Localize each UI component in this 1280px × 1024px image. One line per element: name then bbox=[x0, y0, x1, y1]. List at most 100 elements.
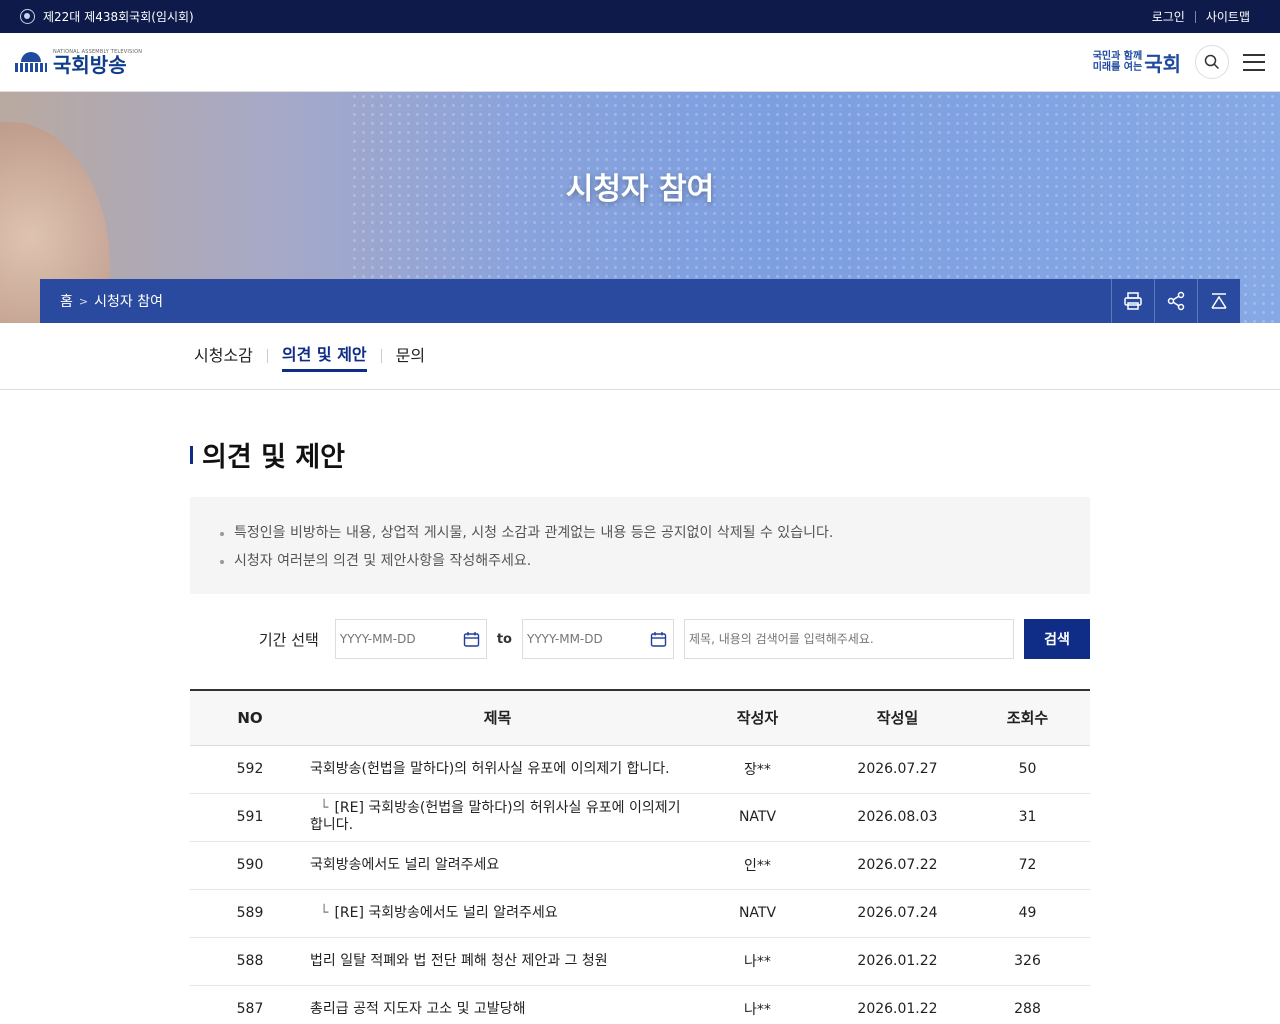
table-row[interactable]: 589 └ [RE] 국회방송에서도 널리 알려주세요 NATV 2026.07.24 4… bbox=[190, 889, 1090, 938]
login-link[interactable]: 로그인 bbox=[1142, 8, 1195, 25]
share-button[interactable] bbox=[1154, 279, 1197, 323]
reply-arrow-icon: └ bbox=[320, 800, 329, 816]
session-label: 제22대 제438회국회(임시회) bbox=[43, 10, 194, 24]
post-date: 2026.01.22 bbox=[830, 937, 965, 986]
post-views: 72 bbox=[965, 841, 1090, 890]
divider bbox=[380, 349, 382, 363]
share-icon bbox=[1167, 291, 1185, 311]
post-author: 장** bbox=[685, 745, 830, 794]
page-title: 의견 및 제안 bbox=[202, 442, 345, 473]
notice-item: 시청자 여러분의 의견 및 제안사항을 작성해주세요. bbox=[220, 547, 1060, 575]
table-row[interactable]: 592 국회방송(헌법을 말하다)의 허위사실 유포에 이의제기 합니다. 장** 2… bbox=[190, 745, 1090, 794]
table-row[interactable]: 591 └ [RE] 국회방송(헌법을 말하다)의 허위사실 유포에 이의제기 합니… bbox=[190, 793, 1090, 842]
post-number: 591 bbox=[190, 793, 310, 842]
hamburger-icon bbox=[1243, 53, 1265, 56]
heading-accent bbox=[190, 445, 193, 464]
board-table: NO 제목 작성자 작성일 조회수 592 국회방송(헌법을 말하다)의 허위사실… bbox=[190, 689, 1090, 1024]
notice-box: 특정인을 비방하는 내용, 상업적 게시물, 시청 소감과 관계없는 내용 등은… bbox=[190, 497, 1090, 594]
calendar-icon[interactable] bbox=[463, 631, 480, 648]
post-title-link[interactable]: 국회방송에서도 널리 알려주세요 bbox=[310, 857, 499, 873]
column-header-views: 조회수 bbox=[965, 690, 1090, 746]
sub-navigation: 시청소감 의견 및 제안 문의 bbox=[0, 323, 1280, 390]
date-from-input[interactable] bbox=[339, 632, 450, 646]
tab-opinions-suggestions[interactable]: 의견 및 제안 bbox=[281, 341, 367, 372]
post-title-link[interactable]: 총리급 공적 지도자 고소 및 고발당해 bbox=[310, 1001, 525, 1017]
sitemap-link[interactable]: 사이트맵 bbox=[1196, 8, 1260, 25]
post-number: 592 bbox=[190, 745, 310, 794]
keyword-input[interactable] bbox=[689, 632, 1009, 646]
post-title-cell[interactable]: 법리 일탈 적폐와 법 전단 폐해 청산 제안과 그 청원 bbox=[310, 937, 685, 986]
post-views: 49 bbox=[965, 889, 1090, 938]
logo-title: 국회방송 bbox=[53, 52, 127, 77]
reply-arrow-icon: └ bbox=[320, 904, 329, 921]
post-date: 2026.07.22 bbox=[830, 841, 965, 890]
column-header-author: 작성자 bbox=[685, 690, 830, 746]
banner-title: 시청자 참여 bbox=[565, 172, 715, 207]
page-banner: 시청자 참여 홈 > 시청자 참여 bbox=[0, 92, 1280, 323]
post-views: 50 bbox=[965, 745, 1090, 794]
post-date: 2026.07.27 bbox=[830, 745, 965, 794]
scroll-top-button[interactable] bbox=[1197, 279, 1240, 323]
tab-inquiry[interactable]: 문의 bbox=[396, 342, 425, 370]
post-number: 590 bbox=[190, 841, 310, 890]
post-date: 2026.08.03 bbox=[830, 793, 965, 842]
post-date: 2026.01.22 bbox=[830, 985, 965, 1024]
table-header-row: NO 제목 작성자 작성일 조회수 bbox=[190, 690, 1090, 746]
tab-viewer-feedback[interactable]: 시청소감 bbox=[194, 342, 253, 370]
site-header: NATIONAL ASSEMBLY TELEVISION 국회방송 국민과 함께… bbox=[0, 33, 1280, 92]
post-title-cell[interactable]: 국회방송에서도 널리 알려주세요 bbox=[310, 841, 685, 890]
post-title-link[interactable]: [RE] 국회방송(헌법을 말하다)의 허위사실 유포에 이의제기 합니다. bbox=[310, 800, 680, 833]
site-logo[interactable]: NATIONAL ASSEMBLY TELEVISION 국회방송 bbox=[15, 49, 142, 77]
calendar-icon[interactable] bbox=[650, 631, 667, 648]
post-title-cell[interactable]: └ [RE] 국회방송에서도 널리 알려주세요 bbox=[310, 889, 685, 938]
post-number: 588 bbox=[190, 937, 310, 986]
to-label: to bbox=[496, 631, 512, 647]
chevron-right-icon: > bbox=[78, 294, 89, 308]
menu-button[interactable] bbox=[1243, 53, 1265, 71]
post-author: NATV bbox=[685, 793, 830, 842]
search-icon bbox=[1204, 54, 1220, 70]
column-header-title: 제목 bbox=[310, 690, 685, 746]
page-heading: 의견 및 제안 bbox=[190, 435, 1090, 474]
slogan-line-2: 미래를 여는 bbox=[1092, 62, 1143, 73]
assembly-emblem-icon bbox=[20, 9, 35, 24]
search-button[interactable] bbox=[1195, 45, 1229, 79]
post-views: 31 bbox=[965, 793, 1090, 842]
post-title-link[interactable]: 국회방송(헌법을 말하다)의 허위사실 유포에 이의제기 합니다. bbox=[310, 761, 670, 777]
date-to-field[interactable] bbox=[522, 619, 674, 659]
post-title-link[interactable]: [RE] 국회방송에서도 널리 알려주세요 bbox=[334, 905, 557, 921]
date-from-field[interactable] bbox=[334, 619, 487, 659]
column-header-date: 작성일 bbox=[830, 690, 965, 746]
arrow-top-icon bbox=[1211, 293, 1227, 309]
date-to-input[interactable] bbox=[527, 632, 637, 646]
search-submit-button[interactable]: 검색 bbox=[1024, 619, 1090, 659]
table-row[interactable]: 588 법리 일탈 적폐와 법 전단 폐해 청산 제안과 그 청원 나** 2026.… bbox=[190, 937, 1090, 986]
column-header-no: NO bbox=[190, 690, 310, 746]
post-author: 나** bbox=[685, 937, 830, 986]
slogan-big: 국회 bbox=[1144, 51, 1181, 76]
breadcrumb: 홈 > 시청자 참여 bbox=[40, 291, 163, 311]
period-label: 기간 선택 bbox=[258, 630, 319, 649]
print-button[interactable] bbox=[1111, 279, 1154, 323]
keyword-field[interactable] bbox=[684, 619, 1014, 659]
post-author: 나** bbox=[685, 985, 830, 1024]
search-form: 기간 선택 to 검색 bbox=[190, 619, 1090, 659]
post-title-cell[interactable]: 총리급 공적 지도자 고소 및 고발당해 bbox=[310, 985, 685, 1024]
post-title-cell[interactable]: 국회방송(헌법을 말하다)의 허위사실 유포에 이의제기 합니다. bbox=[310, 745, 685, 794]
post-date: 2026.07.24 bbox=[830, 889, 965, 938]
main-content: 의견 및 제안 특정인을 비방하는 내용, 상업적 게시물, 시청 소감과 관계… bbox=[190, 390, 1090, 1024]
post-title-link[interactable]: 법리 일탈 적폐와 법 전단 폐해 청산 제안과 그 청원 bbox=[310, 953, 608, 969]
top-bar: 제22대 제438회국회(임시회) 로그인 사이트맵 bbox=[0, 0, 1280, 33]
table-row[interactable]: 587 총리급 공적 지도자 고소 및 고발당해 나** 2026.01.22 288 bbox=[190, 985, 1090, 1024]
notice-item: 특정인을 비방하는 내용, 상업적 게시물, 시청 소감과 관계없는 내용 등은… bbox=[220, 519, 1060, 547]
breadcrumb-current[interactable]: 시청자 참여 bbox=[94, 291, 163, 311]
post-author: NATV bbox=[685, 889, 830, 938]
post-views: 326 bbox=[965, 937, 1090, 986]
assembly-building-icon bbox=[15, 52, 47, 72]
post-author: 인** bbox=[685, 841, 830, 890]
assembly-slogan-logo[interactable]: 국민과 함께 미래를 여는 국회 bbox=[1093, 48, 1181, 77]
post-title-cell[interactable]: └ [RE] 국회방송(헌법을 말하다)의 허위사실 유포에 이의제기 합니다. bbox=[310, 793, 685, 842]
breadcrumb-home[interactable]: 홈 bbox=[60, 291, 73, 311]
breadcrumb-bar: 홈 > 시청자 참여 bbox=[40, 279, 1240, 323]
table-row[interactable]: 590 국회방송에서도 널리 알려주세요 인** 2026.07.22 72 bbox=[190, 841, 1090, 890]
